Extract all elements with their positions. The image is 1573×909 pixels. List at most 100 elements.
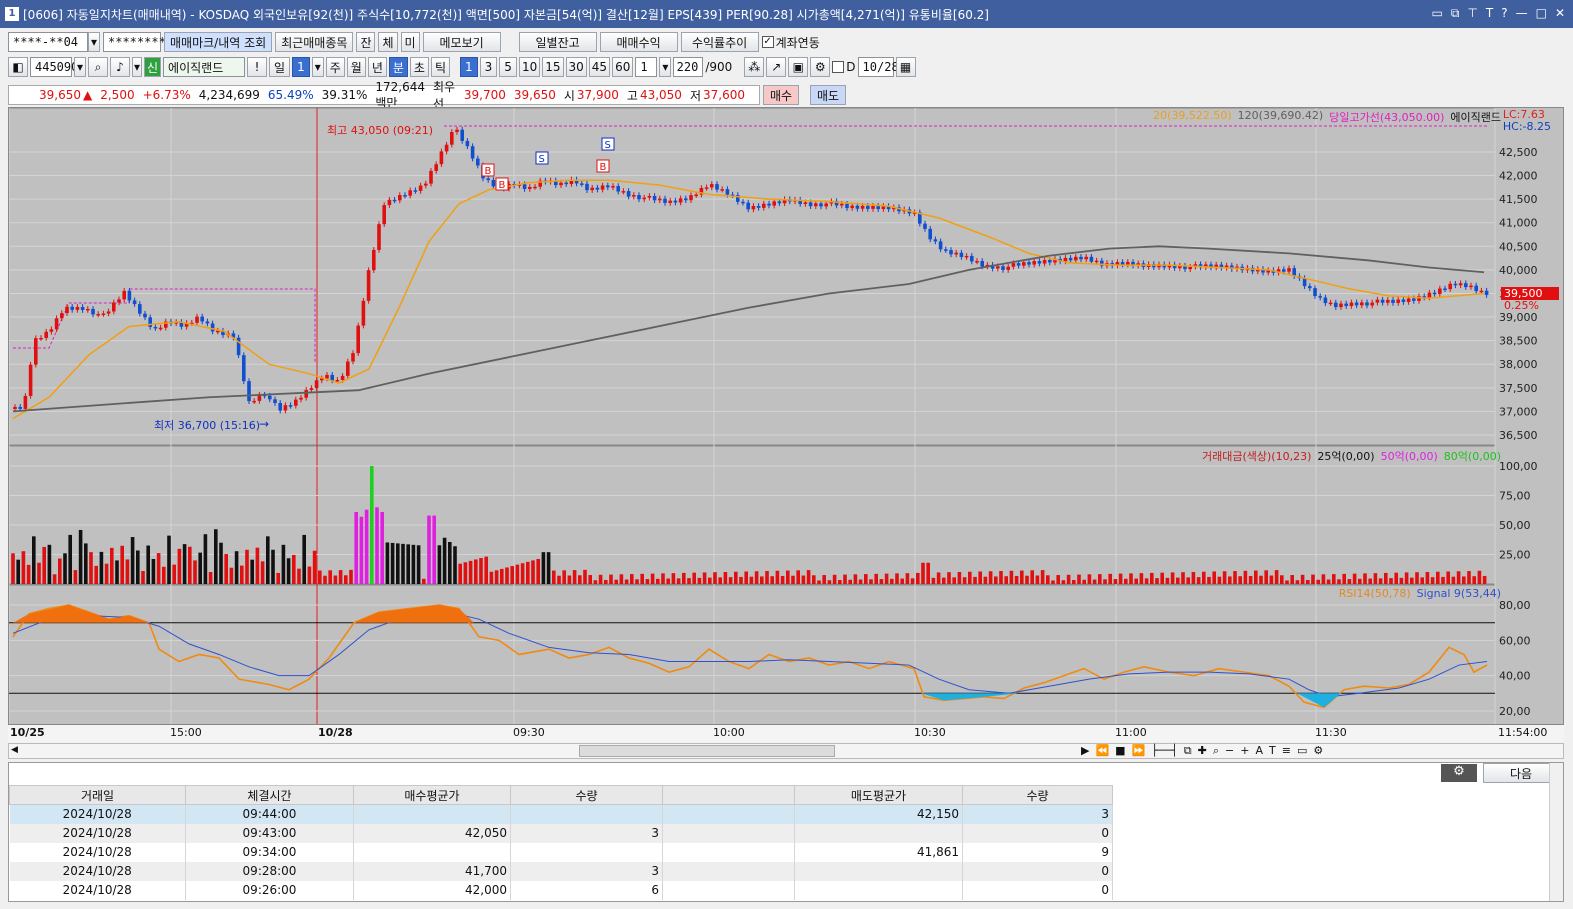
magnify-icon[interactable]: ⌕ (1213, 744, 1219, 758)
period-dropdown-icon[interactable]: ▾ (311, 57, 324, 77)
account-dropdown-icon[interactable]: ▾ (88, 32, 100, 52)
volume-bar (120, 545, 124, 584)
unit-input[interactable]: 1 (635, 57, 658, 77)
table-header-cell[interactable]: 매수평균가 (353, 785, 511, 805)
text-tool-icon[interactable]: A (1255, 744, 1263, 758)
minute-45[interactable]: 45 (588, 57, 611, 77)
minute-15[interactable]: 15 (542, 57, 564, 77)
font-size-icon[interactable]: T (1269, 744, 1276, 758)
account-input[interactable]: ****-**04 (8, 32, 88, 52)
crosshair-icon[interactable]: ✚ (1198, 744, 1207, 758)
pin-icon[interactable]: ⊤ (1467, 6, 1477, 21)
candle-body (434, 164, 438, 171)
next-button[interactable]: 다음 (1483, 763, 1559, 783)
speaker-icon[interactable]: ♪ (110, 57, 130, 77)
unit-dropdown-icon[interactable]: ▾ (659, 57, 672, 77)
credit-badge: 신 (144, 57, 162, 77)
candle-body (944, 249, 948, 251)
memo-view-button[interactable]: 메모보기 (422, 32, 501, 52)
minute-10[interactable]: 10 (518, 57, 541, 77)
close-icon[interactable]: ✕ (1555, 6, 1565, 21)
date-input[interactable]: 10/28 (857, 57, 899, 77)
volume-bar (1456, 571, 1461, 584)
zoom-slider-icon[interactable]: ├──┤ (1151, 744, 1178, 758)
gear-icon[interactable]: ⚙ (1441, 764, 1477, 782)
recent-trades-button[interactable]: 최근매매종목 (275, 32, 354, 52)
zoom-out-icon[interactable]: − (1225, 744, 1234, 758)
scroll-thumb[interactable] (579, 745, 835, 757)
buy-button[interactable]: 매수 (763, 85, 799, 105)
layout-icon[interactable]: ◧ (8, 57, 28, 77)
zoom-in-icon[interactable]: + (1240, 744, 1249, 758)
table-row[interactable]: 2024/10/28 09:26:00 42,000 6 0 (9, 880, 1113, 900)
list-icon[interactable]: ≡ (1282, 744, 1291, 758)
minute-1[interactable]: 1 (460, 57, 478, 77)
copy-icon[interactable]: ⧉ (1184, 744, 1192, 758)
minimize-icon[interactable]: — (1516, 6, 1528, 21)
period-week[interactable]: 주 (325, 57, 345, 77)
table-header-cell[interactable]: 수량 (510, 785, 663, 805)
period-minute[interactable]: 분 (388, 57, 408, 77)
period-tick[interactable]: 틱 (430, 57, 451, 77)
sell-button[interactable]: 매도 (810, 85, 846, 105)
calendar-icon[interactable]: ▦ (895, 57, 916, 77)
password-input[interactable]: ********* (103, 32, 173, 52)
save-icon[interactable]: ▣ (788, 57, 809, 77)
count-input[interactable]: 220 (673, 57, 704, 77)
indicator-icon[interactable]: ⁂ (744, 57, 765, 77)
table-header-cell[interactable] (662, 785, 795, 805)
unfilled-button[interactable]: 미 (400, 32, 420, 52)
table-row[interactable]: 2024/10/28 09:44:00 42,150 3 (9, 804, 1113, 824)
period-month[interactable]: 월 (346, 57, 366, 77)
minute-5[interactable]: 5 (499, 57, 517, 77)
scroll-left-icon[interactable]: ◀ (11, 745, 23, 757)
minute-3[interactable]: 3 (479, 57, 498, 77)
forward-icon[interactable]: ⏩ (1132, 744, 1146, 758)
table-row[interactable]: 2024/10/28 09:28:00 41,700 3 0 (9, 861, 1113, 881)
period-second[interactable]: 초 (409, 57, 429, 77)
trade-profit-button[interactable]: 매매수익 (599, 32, 678, 52)
table-header-cell[interactable]: 체결시간 (185, 785, 354, 805)
stock-code-input[interactable]: 445090 (30, 57, 78, 77)
volume-bar (359, 516, 364, 584)
gear-icon[interactable]: ⚙ (810, 57, 831, 77)
print-icon[interactable]: ▭ (1297, 744, 1307, 758)
code-dropdown-icon[interactable]: ▾ (74, 57, 86, 77)
volume: 4,234,699 (198, 88, 260, 102)
period-year[interactable]: 년 (367, 57, 387, 77)
ma20-line (12, 179, 1485, 420)
chart-area[interactable]: 42,50042,00041,50041,00040,50040,00039,5… (8, 107, 1564, 741)
minute-60[interactable]: 60 (612, 57, 634, 77)
search-icon[interactable]: ⌕ (88, 57, 108, 77)
maximize-icon[interactable]: □ (1536, 6, 1547, 21)
table-scrollbar[interactable] (1549, 763, 1563, 901)
alert-icon[interactable]: ! (247, 57, 268, 77)
account-link-checkbox[interactable]: ✓ 계좌연동 (761, 34, 820, 51)
settings-small-icon[interactable]: ⚙ (1313, 744, 1323, 758)
trade-mark-query-button[interactable]: 매매마크/내역 조회 (164, 32, 273, 52)
help-icon[interactable]: ? (1501, 6, 1507, 21)
scroll-right-icon[interactable]: ▶ (1081, 744, 1089, 758)
period-day[interactable]: 일 (269, 57, 291, 77)
balance-button[interactable]: 잔 (356, 32, 376, 52)
draw-tool-icon[interactable]: ↗ (766, 57, 787, 77)
minute-30[interactable]: 30 (565, 57, 587, 77)
d-checkbox[interactable]: D (832, 60, 856, 74)
table-row[interactable]: 2024/10/28 09:34:00 41,861 9 (9, 842, 1113, 862)
table-header-cell[interactable]: 거래일 (9, 785, 186, 805)
profit-trend-button[interactable]: 수익률추이 (680, 32, 759, 52)
restore-layout-icon[interactable]: ▭ (1432, 6, 1443, 21)
period-day-count[interactable]: 1 (292, 57, 310, 77)
price-tick-label: 37,500 (1499, 382, 1538, 395)
stop-icon[interactable]: ■ (1115, 744, 1125, 758)
table-header-cell[interactable]: 매도평균가 (794, 785, 963, 805)
speaker-dropdown-icon[interactable]: ▾ (132, 57, 142, 77)
rewind-icon[interactable]: ⏪ (1095, 744, 1109, 758)
table-header-cell[interactable]: 수량 (962, 785, 1113, 805)
copy-window-icon[interactable]: ⧉ (1451, 6, 1460, 21)
daily-balance-button[interactable]: 일별잔고 (518, 32, 597, 52)
volume-bar (479, 558, 483, 584)
filled-button[interactable]: 체 (378, 32, 398, 52)
table-row[interactable]: 2024/10/28 09:43:00 42,050 3 0 (9, 823, 1113, 843)
font-icon[interactable]: T (1486, 6, 1493, 21)
